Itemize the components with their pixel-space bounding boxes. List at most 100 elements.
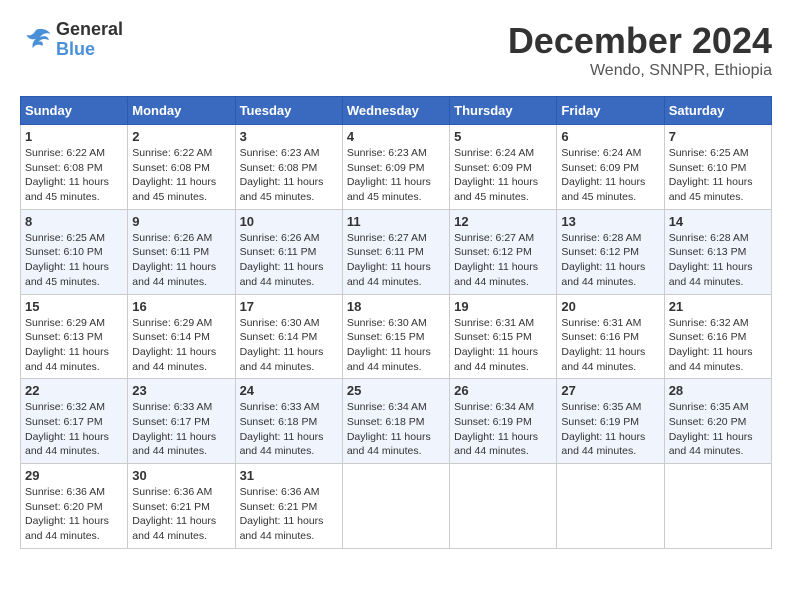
calendar-cell: 2 Sunrise: 6:22 AMSunset: 6:08 PMDaylight…: [128, 125, 235, 210]
calendar-cell: 18 Sunrise: 6:30 AMSunset: 6:15 PMDayligh…: [342, 294, 449, 379]
day-number: 3: [240, 129, 338, 144]
day-info: Sunrise: 6:30 AMSunset: 6:15 PMDaylight:…: [347, 316, 445, 375]
day-number: 28: [669, 383, 767, 398]
day-number: 27: [561, 383, 659, 398]
day-number: 14: [669, 214, 767, 229]
logo-text: General Blue: [56, 20, 123, 60]
day-info: Sunrise: 6:31 AMSunset: 6:16 PMDaylight:…: [561, 316, 659, 375]
day-number: 6: [561, 129, 659, 144]
calendar-cell: 31 Sunrise: 6:36 AMSunset: 6:21 PMDayligh…: [235, 464, 342, 549]
calendar-week-row: 1Sunrise: 6:22 AMSunset: 6:08 PMDaylight…: [21, 125, 772, 210]
calendar-cell: 11 Sunrise: 6:27 AMSunset: 6:11 PMDayligh…: [342, 209, 449, 294]
header-wednesday: Wednesday: [342, 97, 449, 125]
calendar-week-row: 15Sunrise: 6:29 AMSunset: 6:13 PMDayligh…: [21, 294, 772, 379]
calendar-cell: 21 Sunrise: 6:32 AMSunset: 6:16 PMDayligh…: [664, 294, 771, 379]
calendar-cell: 17Sunrise: 6:30 AMSunset: 6:14 PMDayligh…: [235, 294, 342, 379]
day-number: 31: [240, 468, 338, 483]
day-number: 23: [132, 383, 230, 398]
header-tuesday: Tuesday: [235, 97, 342, 125]
calendar-week-row: 22Sunrise: 6:32 AMSunset: 6:17 PMDayligh…: [21, 379, 772, 464]
day-number: 19: [454, 299, 552, 314]
calendar-cell: 30 Sunrise: 6:36 AMSunset: 6:21 PMDayligh…: [128, 464, 235, 549]
day-info: Sunrise: 6:29 AMSunset: 6:14 PMDaylight:…: [132, 316, 230, 375]
calendar-cell: [450, 464, 557, 549]
day-info: Sunrise: 6:36 AMSunset: 6:21 PMDaylight:…: [240, 485, 338, 544]
calendar-cell: 25 Sunrise: 6:34 AMSunset: 6:18 PMDayligh…: [342, 379, 449, 464]
day-info: Sunrise: 6:24 AMSunset: 6:09 PMDaylight:…: [454, 146, 552, 205]
day-number: 20: [561, 299, 659, 314]
day-info: Sunrise: 6:27 AMSunset: 6:11 PMDaylight:…: [347, 231, 445, 290]
day-number: 12: [454, 214, 552, 229]
day-info: Sunrise: 6:22 AMSunset: 6:08 PMDaylight:…: [132, 146, 230, 205]
header-thursday: Thursday: [450, 97, 557, 125]
day-number: 4: [347, 129, 445, 144]
calendar-week-row: 29 Sunrise: 6:36 AMSunset: 6:20 PMDayligh…: [21, 464, 772, 549]
day-info: Sunrise: 6:24 AMSunset: 6:09 PMDaylight:…: [561, 146, 659, 205]
header-monday: Monday: [128, 97, 235, 125]
day-info: Sunrise: 6:35 AMSunset: 6:19 PMDaylight:…: [561, 400, 659, 459]
calendar-cell: 8Sunrise: 6:25 AMSunset: 6:10 PMDaylight…: [21, 209, 128, 294]
day-number: 5: [454, 129, 552, 144]
calendar-cell: 12Sunrise: 6:27 AMSunset: 6:12 PMDayligh…: [450, 209, 557, 294]
calendar-cell: 13 Sunrise: 6:28 AMSunset: 6:12 PMDayligh…: [557, 209, 664, 294]
calendar-cell: 16Sunrise: 6:29 AMSunset: 6:14 PMDayligh…: [128, 294, 235, 379]
day-number: 24: [240, 383, 338, 398]
day-info: Sunrise: 6:33 AMSunset: 6:17 PMDaylight:…: [132, 400, 230, 459]
title-block: December 2024 Wendo, SNNPR, Ethiopia: [508, 20, 772, 80]
day-info: Sunrise: 6:36 AMSunset: 6:21 PMDaylight:…: [132, 485, 230, 544]
calendar-cell: [557, 464, 664, 549]
day-info: Sunrise: 6:35 AMSunset: 6:20 PMDaylight:…: [669, 400, 767, 459]
day-number: 21: [669, 299, 767, 314]
calendar-cell: 10 Sunrise: 6:26 AMSunset: 6:11 PMDayligh…: [235, 209, 342, 294]
day-number: 8: [25, 214, 123, 229]
day-info: Sunrise: 6:32 AMSunset: 6:16 PMDaylight:…: [669, 316, 767, 375]
day-number: 13: [561, 214, 659, 229]
calendar-cell: 15Sunrise: 6:29 AMSunset: 6:13 PMDayligh…: [21, 294, 128, 379]
day-number: 2: [132, 129, 230, 144]
day-info: Sunrise: 6:28 AMSunset: 6:12 PMDaylight:…: [561, 231, 659, 290]
calendar-cell: 19 Sunrise: 6:31 AMSunset: 6:15 PMDayligh…: [450, 294, 557, 379]
month-title: December 2024: [508, 20, 772, 62]
day-info: Sunrise: 6:28 AMSunset: 6:13 PMDaylight:…: [669, 231, 767, 290]
calendar-cell: 4 Sunrise: 6:23 AMSunset: 6:09 PMDaylight…: [342, 125, 449, 210]
day-info: Sunrise: 6:36 AMSunset: 6:20 PMDaylight:…: [25, 485, 123, 544]
day-info: Sunrise: 6:31 AMSunset: 6:15 PMDaylight:…: [454, 316, 552, 375]
day-info: Sunrise: 6:26 AMSunset: 6:11 PMDaylight:…: [132, 231, 230, 290]
day-info: Sunrise: 6:25 AMSunset: 6:10 PMDaylight:…: [669, 146, 767, 205]
calendar-cell: 6 Sunrise: 6:24 AMSunset: 6:09 PMDaylight…: [557, 125, 664, 210]
calendar-cell: 28 Sunrise: 6:35 AMSunset: 6:20 PMDayligh…: [664, 379, 771, 464]
day-number: 10: [240, 214, 338, 229]
day-number: 11: [347, 214, 445, 229]
location: Wendo, SNNPR, Ethiopia: [508, 62, 772, 80]
day-number: 18: [347, 299, 445, 314]
calendar-cell: 7Sunrise: 6:25 AMSunset: 6:10 PMDaylight…: [664, 125, 771, 210]
calendar-cell: 3 Sunrise: 6:23 AMSunset: 6:08 PMDaylight…: [235, 125, 342, 210]
logo: General Blue: [20, 20, 123, 60]
calendar-cell: 24 Sunrise: 6:33 AMSunset: 6:18 PMDayligh…: [235, 379, 342, 464]
calendar-header-row: SundayMondayTuesdayWednesdayThursdayFrid…: [21, 97, 772, 125]
calendar-cell: [664, 464, 771, 549]
header-friday: Friday: [557, 97, 664, 125]
calendar-week-row: 8Sunrise: 6:25 AMSunset: 6:10 PMDaylight…: [21, 209, 772, 294]
day-number: 15: [25, 299, 123, 314]
day-info: Sunrise: 6:23 AMSunset: 6:08 PMDaylight:…: [240, 146, 338, 205]
day-info: Sunrise: 6:22 AMSunset: 6:08 PMDaylight:…: [25, 146, 123, 205]
day-info: Sunrise: 6:23 AMSunset: 6:09 PMDaylight:…: [347, 146, 445, 205]
day-number: 25: [347, 383, 445, 398]
day-number: 30: [132, 468, 230, 483]
day-info: Sunrise: 6:33 AMSunset: 6:18 PMDaylight:…: [240, 400, 338, 459]
day-info: Sunrise: 6:26 AMSunset: 6:11 PMDaylight:…: [240, 231, 338, 290]
calendar-cell: 27 Sunrise: 6:35 AMSunset: 6:19 PMDayligh…: [557, 379, 664, 464]
page-header: General Blue December 2024 Wendo, SNNPR,…: [20, 20, 772, 80]
calendar-cell: 1Sunrise: 6:22 AMSunset: 6:08 PMDaylight…: [21, 125, 128, 210]
calendar-cell: 9Sunrise: 6:26 AMSunset: 6:11 PMDaylight…: [128, 209, 235, 294]
day-number: 29: [25, 468, 123, 483]
calendar-cell: 29 Sunrise: 6:36 AMSunset: 6:20 PMDayligh…: [21, 464, 128, 549]
day-number: 22: [25, 383, 123, 398]
logo-bird-icon: [20, 26, 52, 54]
calendar-cell: 20 Sunrise: 6:31 AMSunset: 6:16 PMDayligh…: [557, 294, 664, 379]
calendar-cell: 23 Sunrise: 6:33 AMSunset: 6:17 PMDayligh…: [128, 379, 235, 464]
calendar-cell: 26Sunrise: 6:34 AMSunset: 6:19 PMDayligh…: [450, 379, 557, 464]
calendar-cell: 5 Sunrise: 6:24 AMSunset: 6:09 PMDaylight…: [450, 125, 557, 210]
day-info: Sunrise: 6:34 AMSunset: 6:18 PMDaylight:…: [347, 400, 445, 459]
